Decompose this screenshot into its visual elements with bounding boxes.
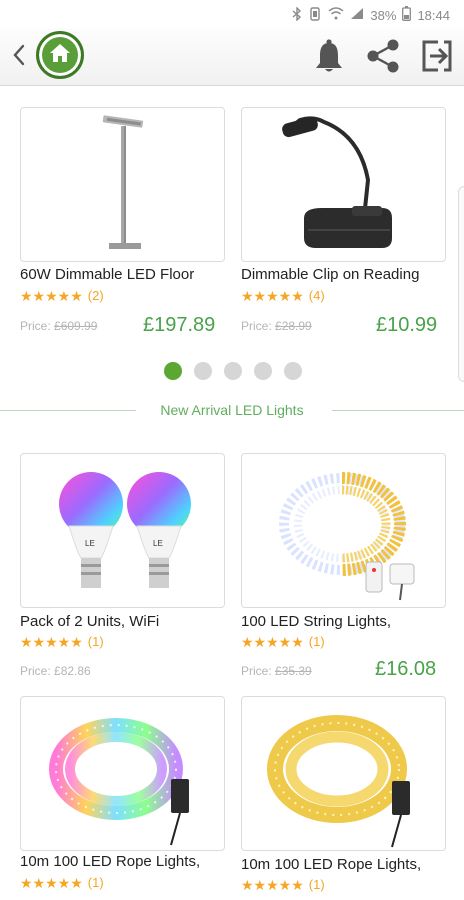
side-drawer-handle[interactable]	[458, 186, 464, 382]
chevron-left-icon	[13, 44, 25, 71]
bulb-brand-label: LE	[85, 539, 95, 548]
bluetooth-icon	[292, 5, 302, 24]
logout-button[interactable]	[418, 38, 454, 74]
price-label: Price:	[241, 319, 272, 333]
original-price: Price: £28.99	[241, 319, 312, 333]
sale-price: £10.99	[376, 314, 438, 336]
home-button[interactable]	[36, 31, 84, 79]
section-title: New Arrival LED Lights	[160, 402, 304, 418]
review-count: (1)	[308, 634, 325, 649]
status-bar: 38% 18:44	[0, 0, 464, 28]
warm-rope-lights-image	[267, 715, 410, 848]
product-title[interactable]: Dimmable Clip on Reading	[241, 266, 451, 283]
star-icon: ★★★★★	[241, 876, 304, 893]
original-price: Price: £609.99	[20, 319, 97, 333]
product-card[interactable]	[20, 107, 225, 262]
clip-lamp-image	[282, 116, 392, 248]
review-count: (1)	[308, 877, 325, 892]
old-price-value: £609.99	[54, 319, 98, 333]
battery-icon	[402, 6, 412, 24]
share-icon	[364, 39, 402, 78]
old-price-value: £82.86	[54, 664, 91, 678]
review-count: (1)	[87, 634, 104, 649]
notifications-button[interactable]	[312, 38, 346, 74]
home-icon	[49, 43, 71, 68]
exit-icon	[418, 40, 454, 78]
price-label: Price:	[20, 664, 51, 678]
app-bar	[0, 28, 464, 86]
share-button[interactable]	[364, 38, 402, 74]
product-rating: ★★★★★ (2)	[20, 288, 104, 303]
carousel-dot[interactable]	[224, 362, 242, 380]
product-rating: ★★★★★ (1)	[20, 634, 104, 649]
old-price-value: £28.99	[275, 319, 312, 333]
wifi-icon	[328, 7, 344, 23]
star-icon: ★★★★★	[241, 633, 304, 650]
product-title[interactable]: 60W Dimmable LED Floor	[20, 266, 230, 283]
carousel-pagination	[164, 362, 302, 380]
signal-icon	[350, 7, 364, 23]
product-card[interactable]: LE LE	[20, 453, 225, 608]
price-label: Price:	[20, 319, 51, 333]
review-count: (4)	[308, 288, 325, 303]
product-card[interactable]	[241, 453, 446, 608]
battery-percent: 38%	[370, 7, 397, 23]
product-rating: ★★★★★ (1)	[241, 877, 325, 892]
star-icon: ★★★★★	[20, 633, 83, 650]
original-price: Price: £35.39	[241, 664, 312, 678]
original-price: Price: £82.86	[20, 664, 91, 678]
carousel-dot[interactable]	[284, 362, 302, 380]
bulb-brand-label: LE	[153, 539, 163, 548]
price-label: Price:	[241, 664, 272, 678]
sale-price: £197.89	[143, 314, 216, 336]
star-icon: ★★★★★	[20, 874, 83, 891]
carousel-dot[interactable]	[254, 362, 272, 380]
multicolor-rope-lights-image	[49, 718, 189, 846]
status-icons: 38% 18:44	[292, 5, 450, 24]
star-icon: ★★★★★	[241, 287, 304, 304]
product-card[interactable]	[241, 107, 446, 262]
string-lights-image	[279, 472, 415, 601]
floor-lamp-image	[102, 115, 144, 249]
product-card[interactable]	[241, 696, 446, 851]
product-title[interactable]: 10m 100 LED Rope Lights,	[20, 853, 230, 870]
carousel-dot[interactable]	[164, 362, 182, 380]
star-icon: ★★★★★	[20, 287, 83, 304]
rgb-bulbs-image: LE LE	[59, 472, 191, 588]
old-price-value: £35.39	[275, 664, 312, 678]
clock: 18:44	[417, 7, 450, 23]
vibrate-icon	[308, 6, 322, 24]
review-count: (2)	[87, 288, 104, 303]
review-count: (1)	[87, 875, 104, 890]
back-button[interactable]	[8, 43, 30, 71]
product-rating: ★★★★★ (4)	[241, 288, 325, 303]
product-title[interactable]: 100 LED String Lights,	[241, 613, 451, 630]
bell-icon	[312, 39, 346, 78]
product-rating: ★★★★★ (1)	[20, 875, 104, 890]
product-rating: ★★★★★ (1)	[241, 634, 325, 649]
product-title[interactable]: Pack of 2 Units, WiFi	[20, 613, 230, 630]
product-card[interactable]	[20, 696, 225, 851]
product-title[interactable]: 10m 100 LED Rope Lights,	[241, 856, 451, 873]
carousel-dot[interactable]	[194, 362, 212, 380]
sale-price: £16.08	[375, 658, 437, 680]
